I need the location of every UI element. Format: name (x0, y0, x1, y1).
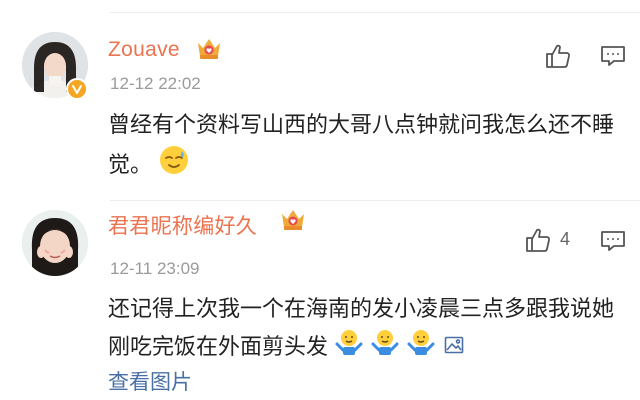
comment-time: 12-12 22:02 (110, 74, 201, 93)
reply-comment-icon[interactable] (600, 44, 626, 68)
comment-item: Zouave 12-12 22:02 曾经有个资料写山西的大哥八点钟就问我怎么还… (0, 20, 640, 200)
picture-icon[interactable] (444, 330, 464, 366)
sweat-smile-emoji-icon (158, 144, 190, 188)
like-count: 4 (560, 229, 571, 249)
view-image-link[interactable]: 查看图片 (108, 366, 192, 396)
comment-text: 还记得上次我一个在海南的发小凌晨三点多跟我说她刚吃完饭在外面剪头发 (108, 292, 618, 368)
top-divider (110, 12, 640, 13)
like-thumb-icon[interactable] (524, 226, 552, 254)
reply-comment-icon[interactable] (600, 229, 626, 253)
username[interactable]: 君君昵称编好久 (108, 210, 257, 240)
crown-badge-icon[interactable] (196, 36, 222, 60)
crown-badge-icon[interactable] (280, 207, 306, 231)
avatar[interactable] (22, 210, 88, 276)
shrug-emoji-icon (370, 328, 400, 368)
username[interactable]: Zouave (108, 38, 180, 62)
comment-text: 曾经有个资料写山西的大哥八点钟就问我怎么还不睡觉。 (108, 108, 618, 188)
shrug-emoji-icon (334, 328, 364, 368)
like-thumb-icon[interactable] (544, 42, 572, 70)
verified-badge-icon (66, 78, 88, 100)
comment-time: 12-11 23:09 (110, 259, 200, 278)
comment-divider (110, 200, 640, 201)
comment-item: 君君昵称编好久 12-11 23:09 4 还记得上次我一个在海南的发小凌晨三点… (0, 202, 640, 400)
shrug-emoji-icon (406, 328, 436, 368)
